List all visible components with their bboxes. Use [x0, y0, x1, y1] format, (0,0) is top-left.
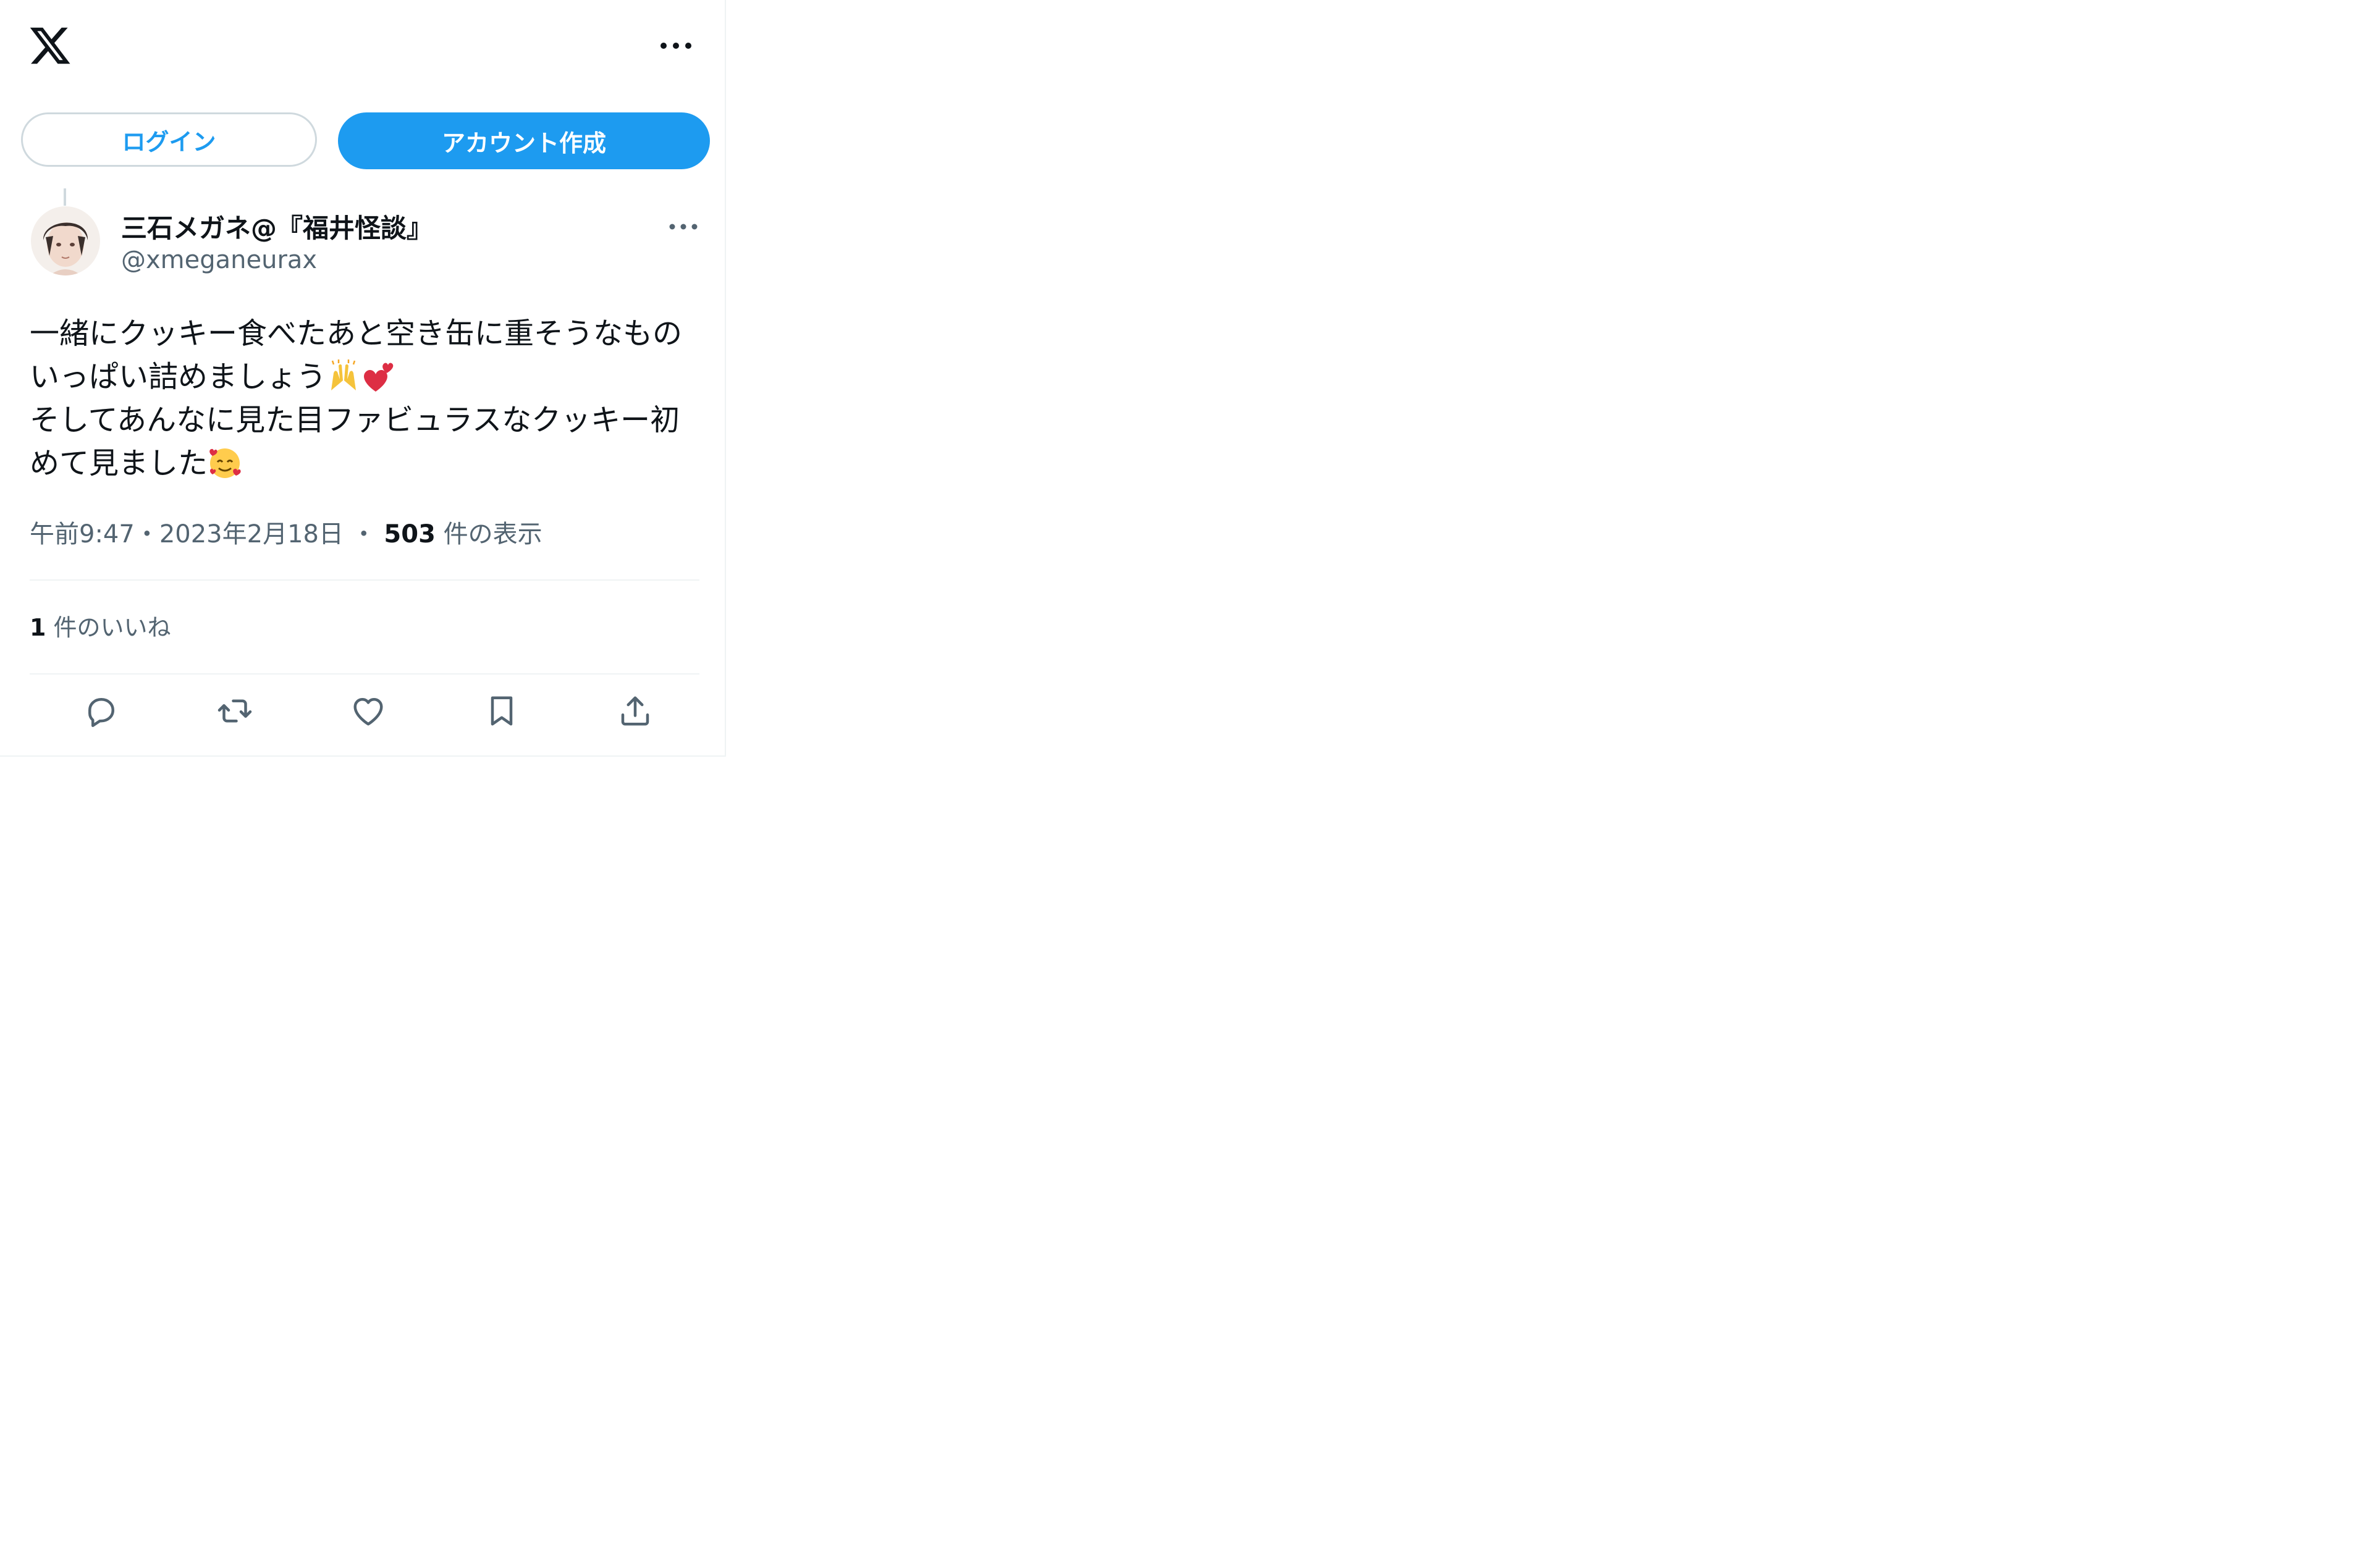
login-button[interactable]: ログイン [21, 112, 317, 167]
tweet-meta: 午前9:47・2023年2月18日 ・ 503 件の表示 [30, 514, 542, 550]
divider [30, 673, 699, 675]
avatar[interactable] [31, 206, 100, 275]
likes-count: 1 [30, 614, 46, 641]
retweet-icon [217, 699, 252, 723]
two-hearts-emoji [364, 363, 394, 392]
tweet-actions [30, 689, 699, 733]
tweet-date[interactable]: 2023年2月18日 [159, 520, 344, 549]
share-icon [621, 696, 649, 726]
tweet-more-icon[interactable] [667, 216, 699, 237]
tweet-page: ログイン アカウント作成 三石メガネ@『福井怪談』 @xmeganeurax 一… [0, 0, 726, 757]
meta-separator: ・ [134, 520, 159, 549]
reply-button[interactable] [79, 689, 124, 733]
tweet-time[interactable]: 午前9:47 [30, 520, 135, 549]
author-handle[interactable]: @xmeganeurax [121, 246, 317, 274]
share-button[interactable] [613, 689, 657, 733]
divider [30, 579, 699, 581]
retweet-button[interactable] [213, 689, 257, 733]
raising-hands-emoji [331, 359, 357, 390]
create-account-button[interactable]: アカウント作成 [338, 112, 710, 169]
tweet-text-line: そしてあんなに見た目ファビュラスなクッキー初 [30, 403, 680, 437]
tweet-text-line: 一緒にクッキー食べたあと空き缶に重そうなもの [30, 316, 683, 351]
reply-icon [88, 698, 114, 727]
tweet-text-line: めて見ました [30, 446, 208, 481]
x-logo-icon[interactable] [28, 23, 72, 68]
views-count: 503 [384, 520, 436, 549]
views-label: 件の表示 [443, 520, 542, 549]
top-bar [0, 0, 726, 93]
author-name[interactable]: 三石メガネ@『福井怪談』 [121, 208, 433, 245]
smiling-face-with-hearts-emoji [209, 448, 241, 478]
auth-buttons: ログイン アカウント作成 [21, 112, 712, 169]
tweet-text-line: いっぱい詰めましょう [30, 359, 327, 394]
thread-line [64, 188, 66, 206]
like-icon [353, 698, 383, 726]
bookmark-icon [491, 696, 513, 726]
tweet-text: 一緒にクッキー食べたあと空き缶に重そうなもの いっぱい詰めましょう そしてあんな… [30, 312, 709, 485]
bookmark-button[interactable] [479, 689, 524, 733]
likes-summary[interactable]: 1 件のいいね [30, 608, 171, 642]
likes-label: 件のいいね [53, 614, 171, 641]
more-horizontal-icon[interactable] [657, 32, 694, 59]
like-button[interactable] [346, 689, 390, 733]
meta-separator: ・ [351, 520, 376, 549]
